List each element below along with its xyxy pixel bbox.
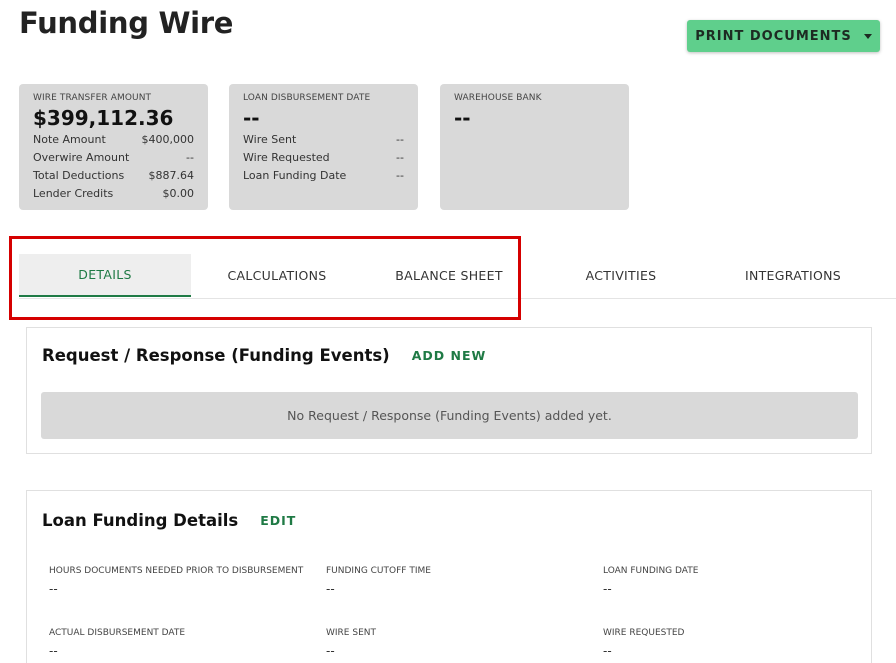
- field-value: --: [603, 582, 612, 596]
- tab-integrations[interactable]: INTEGRATIONS: [707, 254, 879, 297]
- field-value: --: [326, 644, 335, 658]
- field-value: --: [49, 644, 58, 658]
- warehouse-bank-value: --: [454, 106, 471, 130]
- row-label: Wire Sent: [243, 133, 297, 146]
- row-label: Note Amount: [33, 133, 106, 146]
- panel-header: Request / Response (Funding Events) ADD …: [42, 346, 486, 365]
- card-row: Note Amount $400,000: [33, 131, 194, 149]
- card-row: Loan Funding Date --: [243, 167, 404, 185]
- empty-state: No Request / Response (Funding Events) a…: [41, 392, 858, 439]
- field-hours-documents: HOURS DOCUMENTS NEEDED PRIOR TO DISBURSE…: [49, 566, 303, 596]
- page-title: Funding Wire: [19, 6, 234, 40]
- row-value: --: [186, 151, 194, 164]
- row-value: $0.00: [162, 187, 195, 200]
- field-label: FUNDING CUTOFF TIME: [326, 566, 431, 576]
- field-label: WIRE SENT: [326, 628, 376, 638]
- field-label: ACTUAL DISBURSEMENT DATE: [49, 628, 186, 638]
- chevron-down-icon[interactable]: [863, 33, 872, 39]
- loan-disbursement-date: --: [243, 106, 260, 130]
- edit-button[interactable]: EDIT: [260, 513, 296, 528]
- card-label: WIRE TRANSFER AMOUNT: [33, 93, 152, 103]
- field-label: LOAN FUNDING DATE: [603, 566, 699, 576]
- panel-title: Request / Response (Funding Events): [42, 346, 390, 365]
- wire-transfer-amount: $399,112.36: [33, 106, 174, 130]
- row-label: Lender Credits: [33, 187, 114, 200]
- loan-funding-details-panel: Loan Funding Details EDIT HOURS DOCUMENT…: [26, 490, 872, 663]
- row-label: Wire Requested: [243, 151, 330, 164]
- row-label: Total Deductions: [33, 169, 125, 182]
- field-funding-cutoff: FUNDING CUTOFF TIME --: [326, 566, 431, 596]
- card-label: LOAN DISBURSEMENT DATE: [243, 93, 371, 103]
- funding-events-panel: Request / Response (Funding Events) ADD …: [26, 327, 872, 454]
- print-documents-label: PRINT DOCUMENTS: [695, 28, 852, 44]
- row-value: --: [396, 133, 404, 146]
- field-value: --: [326, 582, 335, 596]
- field-wire-requested: WIRE REQUESTED --: [603, 628, 684, 658]
- tab-details[interactable]: DETAILS: [19, 254, 191, 297]
- loan-disbursement-card: LOAN DISBURSEMENT DATE -- Wire Sent -- W…: [229, 84, 418, 210]
- tab-balance-sheet[interactable]: BALANCE SHEET: [363, 254, 535, 297]
- wire-transfer-card: WIRE TRANSFER AMOUNT $399,112.36 Note Am…: [19, 84, 208, 210]
- field-value: --: [603, 644, 612, 658]
- panel-title: Loan Funding Details: [42, 511, 239, 530]
- row-value: $400,000: [141, 133, 195, 146]
- field-label: WIRE REQUESTED: [603, 628, 685, 638]
- tab-calculations[interactable]: CALCULATIONS: [191, 254, 363, 297]
- page: Funding Wire PRINT DOCUMENTS WIRE TRANSF…: [0, 0, 896, 663]
- tab-bar: DETAILS CALCULATIONS BALANCE SHEET ACTIV…: [19, 254, 896, 299]
- field-actual-disbursement: ACTUAL DISBURSEMENT DATE --: [49, 628, 185, 658]
- row-value: --: [396, 169, 404, 182]
- row-label: Loan Funding Date: [243, 169, 347, 182]
- tab-activities[interactable]: ACTIVITIES: [535, 254, 707, 297]
- print-documents-button[interactable]: PRINT DOCUMENTS: [687, 20, 880, 52]
- field-wire-sent: WIRE SENT --: [326, 628, 376, 658]
- card-row: Total Deductions $887.64: [33, 167, 194, 185]
- field-value: --: [49, 582, 58, 596]
- warehouse-bank-card: WAREHOUSE BANK --: [440, 84, 629, 210]
- card-label: WAREHOUSE BANK: [454, 93, 542, 103]
- row-value: $887.64: [148, 169, 195, 182]
- card-row: Overwire Amount --: [33, 149, 194, 167]
- field-loan-funding-date: LOAN FUNDING DATE --: [603, 566, 698, 596]
- field-label: HOURS DOCUMENTS NEEDED PRIOR TO DISBURSE…: [49, 566, 304, 576]
- add-new-button[interactable]: ADD NEW: [412, 348, 487, 363]
- card-row: Wire Requested --: [243, 149, 404, 167]
- card-row: Lender Credits $0.00: [33, 185, 194, 203]
- row-value: --: [396, 151, 404, 164]
- panel-header: Loan Funding Details EDIT: [42, 511, 296, 530]
- row-label: Overwire Amount: [33, 151, 130, 164]
- card-row: Wire Sent --: [243, 131, 404, 149]
